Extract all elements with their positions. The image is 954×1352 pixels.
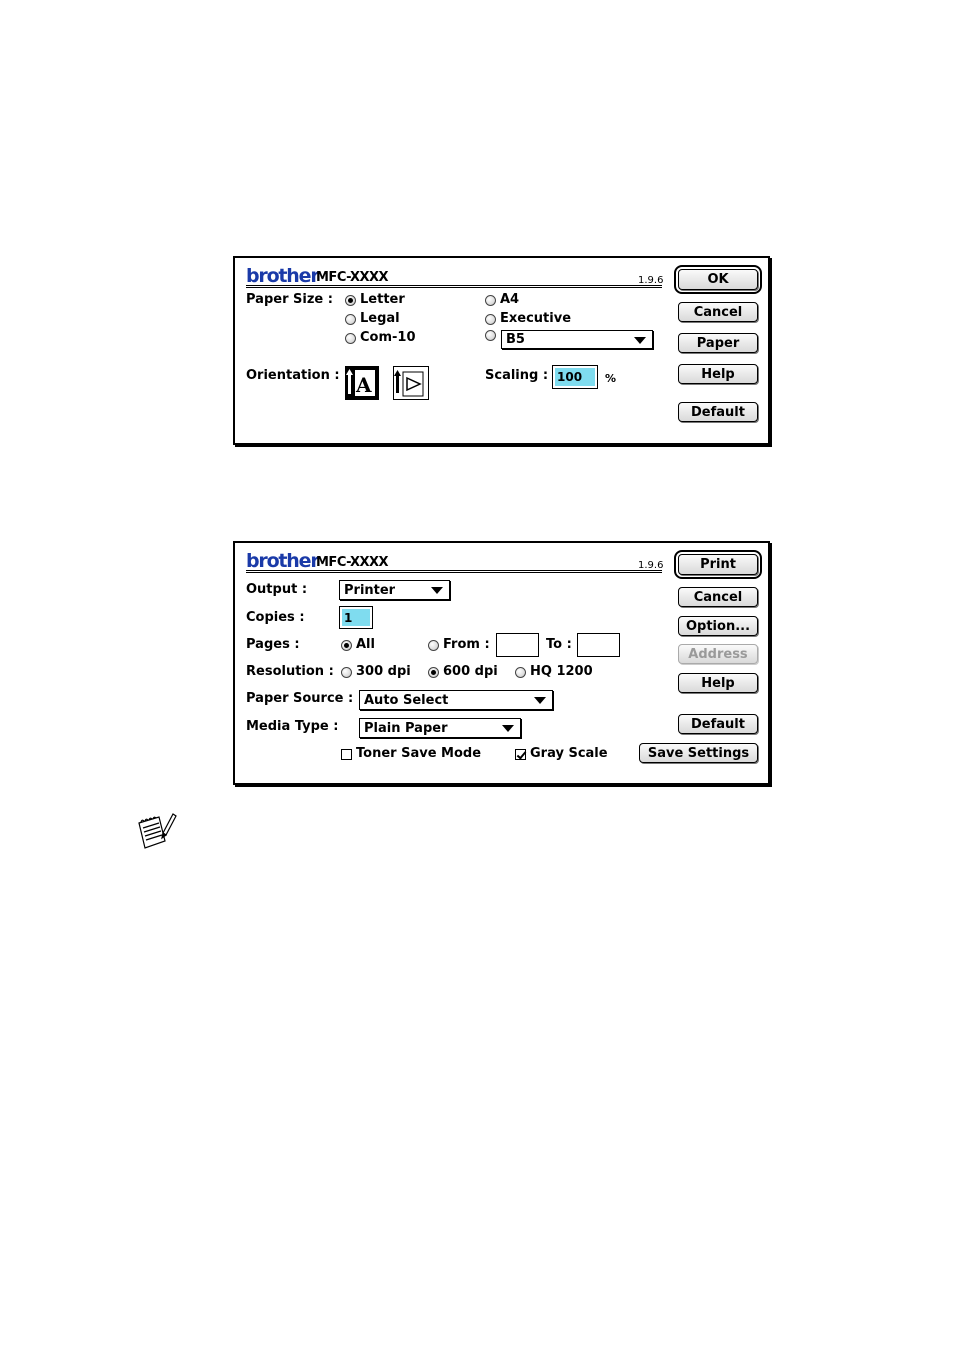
radio-label: A4 bbox=[500, 292, 520, 307]
scaling-input[interactable]: 100 bbox=[552, 365, 598, 389]
output-select[interactable]: Printer bbox=[339, 580, 450, 600]
model-name: MFC-XXXX bbox=[316, 555, 389, 570]
media-type-select[interactable]: Plain Paper bbox=[359, 718, 521, 738]
landscape-orientation-icon[interactable] bbox=[393, 366, 429, 400]
pages-from-input[interactable] bbox=[496, 633, 539, 657]
radio-selected-icon bbox=[345, 294, 356, 306]
radio-label: All bbox=[356, 637, 375, 652]
radio-label: From : bbox=[443, 637, 490, 652]
resolution-hq1200-radio[interactable]: HQ 1200 bbox=[515, 664, 593, 680]
output-label: Output : bbox=[246, 582, 308, 597]
resolution-label: Resolution : bbox=[246, 664, 334, 679]
copies-label: Copies : bbox=[246, 610, 305, 625]
paper-size-executive-radio[interactable]: Executive bbox=[485, 311, 571, 327]
pages-to-label: To : bbox=[546, 637, 572, 652]
resolution-300-radio[interactable]: 300 dpi bbox=[341, 664, 411, 680]
radio-label: Letter bbox=[360, 292, 405, 307]
radio-icon bbox=[485, 330, 496, 341]
radio-label: Com-10 bbox=[360, 330, 416, 345]
dropdown-arrow-icon bbox=[634, 336, 646, 344]
cancel-button[interactable]: Cancel bbox=[678, 302, 758, 322]
address-button[interactable]: Address bbox=[678, 644, 758, 664]
radio-label: Legal bbox=[360, 311, 400, 326]
checkbox-icon bbox=[341, 748, 352, 760]
dropdown-arrow-icon bbox=[502, 725, 514, 732]
resolution-600-radio[interactable]: 600 dpi bbox=[428, 664, 498, 680]
select-value: Plain Paper bbox=[364, 720, 448, 736]
gray-scale-checkbox[interactable]: Gray Scale bbox=[515, 746, 608, 762]
radio-label: Executive bbox=[500, 311, 572, 326]
scaling-value: 100 bbox=[555, 368, 595, 386]
default-button[interactable]: Default bbox=[678, 714, 758, 734]
media-type-label: Media Type : bbox=[246, 719, 339, 734]
model-name: MFC-XXXX bbox=[316, 270, 389, 285]
checkbox-checked-icon bbox=[515, 748, 526, 760]
svg-text:A: A bbox=[355, 373, 372, 397]
paper-source-select[interactable]: Auto Select bbox=[359, 690, 553, 710]
select-value: Printer bbox=[344, 582, 396, 598]
dropdown-arrow-icon bbox=[534, 697, 546, 704]
pages-label: Pages : bbox=[246, 637, 300, 652]
radio-icon bbox=[515, 666, 526, 678]
portrait-orientation-icon[interactable]: A bbox=[345, 366, 379, 400]
brother-logo: brother bbox=[246, 265, 320, 287]
radio-label: 300 dpi bbox=[356, 664, 411, 679]
pages-all-radio[interactable]: All bbox=[341, 637, 375, 653]
option-button[interactable]: Option... bbox=[678, 616, 758, 636]
select-value: B5 bbox=[506, 332, 525, 347]
cancel-button[interactable]: Cancel bbox=[678, 587, 758, 607]
radio-icon bbox=[485, 294, 496, 306]
paper-source-label: Paper Source : bbox=[246, 691, 354, 706]
orientation-label: Orientation : bbox=[246, 368, 340, 383]
paper-size-com10-radio[interactable]: Com-10 bbox=[345, 330, 416, 346]
paper-size-legal-radio[interactable]: Legal bbox=[345, 311, 400, 327]
radio-icon bbox=[341, 666, 352, 678]
print-button[interactable]: Print bbox=[674, 550, 762, 579]
pages-from-radio[interactable]: From : bbox=[428, 637, 490, 653]
radio-label: HQ 1200 bbox=[530, 664, 593, 679]
paper-size-letter-radio[interactable]: Letter bbox=[345, 292, 405, 308]
copies-value: 1 bbox=[342, 609, 370, 626]
select-value: Auto Select bbox=[364, 692, 449, 708]
radio-selected-icon bbox=[428, 666, 439, 678]
radio-label: 600 dpi bbox=[443, 664, 498, 679]
header-rule bbox=[246, 570, 662, 571]
paper-size-a4-radio[interactable]: A4 bbox=[485, 292, 519, 308]
scaling-unit: % bbox=[605, 372, 617, 385]
note-pad-icon bbox=[135, 811, 177, 851]
checkbox-label: Toner Save Mode bbox=[356, 746, 482, 761]
radio-icon bbox=[345, 332, 356, 344]
checkbox-label: Gray Scale bbox=[530, 746, 608, 761]
dropdown-arrow-icon bbox=[431, 587, 443, 594]
print-dialog: brother MFC-XXXX 1.9.6 Output : Printer … bbox=[233, 541, 770, 785]
default-button[interactable]: Default bbox=[678, 402, 758, 422]
paper-size-other-select[interactable]: B5 bbox=[501, 330, 653, 349]
paper-size-other-radio[interactable] bbox=[485, 330, 500, 341]
brother-logo: brother bbox=[246, 550, 320, 572]
radio-icon bbox=[428, 639, 439, 651]
help-button[interactable]: Help bbox=[678, 364, 758, 384]
pages-to-input[interactable] bbox=[577, 633, 620, 657]
paper-button[interactable]: Paper bbox=[678, 333, 758, 353]
ok-button[interactable]: OK bbox=[674, 265, 762, 294]
radio-selected-icon bbox=[341, 639, 352, 651]
header-rule-2 bbox=[246, 287, 662, 288]
radio-icon bbox=[485, 313, 496, 325]
paper-size-label: Paper Size : bbox=[246, 292, 333, 307]
copies-input[interactable]: 1 bbox=[339, 606, 373, 629]
scaling-label: Scaling : bbox=[485, 368, 549, 383]
help-button[interactable]: Help bbox=[678, 673, 758, 693]
save-settings-button[interactable]: Save Settings bbox=[639, 743, 758, 763]
toner-save-checkbox[interactable]: Toner Save Mode bbox=[341, 746, 481, 762]
page-setup-dialog: brother MFC-XXXX 1.9.6 Paper Size : Lett… bbox=[233, 256, 770, 445]
header-rule bbox=[246, 285, 662, 286]
header-rule-2 bbox=[246, 572, 662, 573]
radio-icon bbox=[345, 313, 356, 325]
